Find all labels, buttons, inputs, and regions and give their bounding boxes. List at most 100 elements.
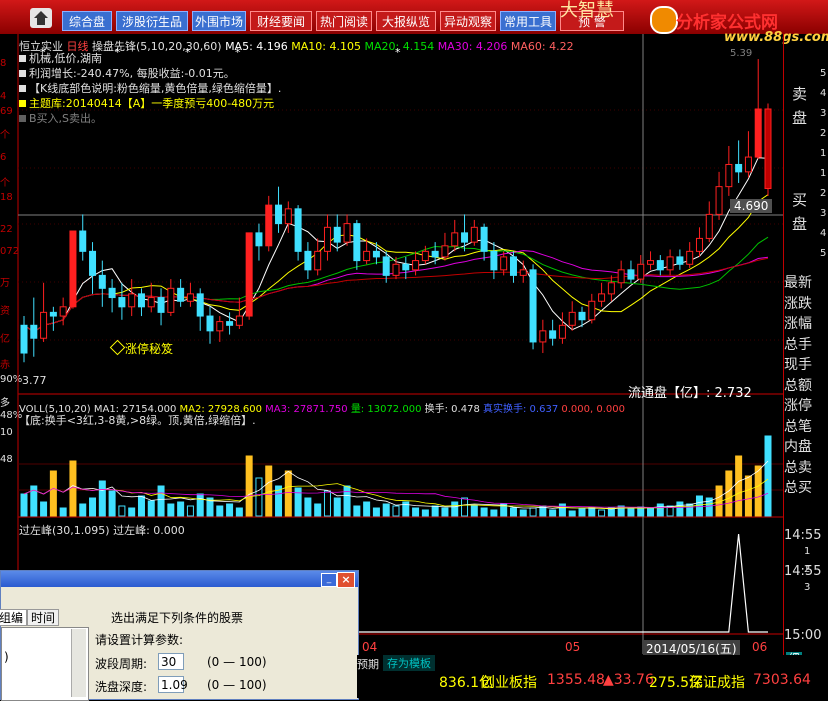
param-range-depth: (0 — 100) <box>207 678 267 692</box>
toolbar-button-5[interactable]: 大报纵览 <box>376 11 436 31</box>
candle-body <box>196 293 204 317</box>
candle-body <box>284 208 292 225</box>
tab-time[interactable]: 时间 <box>27 609 60 626</box>
volume-bar <box>304 497 312 517</box>
volume-bar <box>147 500 155 517</box>
tick-vol-label: 1 <box>804 546 811 557</box>
candle-body <box>509 256 517 276</box>
candle-body <box>314 250 322 271</box>
tick-time-0: 14:55 <box>784 528 822 543</box>
volume-bar <box>98 480 106 517</box>
volume-bar <box>568 510 576 517</box>
app-title: 大智慧 <box>560 0 614 21</box>
volume-bar <box>461 497 469 517</box>
volume-bar <box>137 495 145 517</box>
candle-body <box>265 204 273 247</box>
volume-bar <box>627 508 635 517</box>
tab-forecast[interactable]: 预期 <box>357 656 379 672</box>
volume-bar <box>265 465 273 517</box>
candle-body <box>118 297 126 308</box>
depth-level-label: 5 <box>820 248 827 259</box>
candle-body <box>705 213 713 239</box>
toolbar-button-6[interactable]: 异动观察 <box>440 11 496 31</box>
depth-level-label: 5 <box>820 68 827 79</box>
candle-body <box>59 306 67 317</box>
quote-field-1: 涨跌 <box>784 295 812 312</box>
candle-body <box>147 297 155 308</box>
signal-star-icon: * <box>115 46 121 59</box>
volume-bar <box>245 455 253 517</box>
volume-bar <box>255 477 263 517</box>
candle-body <box>167 287 175 313</box>
volume-bar <box>89 497 97 517</box>
candle-body <box>137 293 145 308</box>
candle-body <box>245 232 253 317</box>
candle-body <box>695 237 703 252</box>
volume-bar <box>343 485 351 517</box>
candle-body <box>402 263 410 271</box>
volume-ma3: MA3: 27871.750 <box>265 404 348 415</box>
quote-field-3: 总手 <box>784 336 812 353</box>
volume-bar <box>441 507 449 517</box>
candle-body <box>529 269 537 343</box>
index-ticker-item-6: 7303.64 <box>753 672 811 688</box>
month-label-04: 04 <box>362 640 378 654</box>
lower-indicator-name[interactable]: 过左峰 <box>19 524 52 537</box>
home-icon[interactable] <box>30 8 52 28</box>
lower-indicator-value: 0.000 <box>153 524 185 537</box>
volume-bar <box>656 503 664 517</box>
tick-vol-label: 3 <box>804 582 811 593</box>
index-ticker-item-5: 深证成指 <box>689 675 745 691</box>
quote-field-6: 涨停 <box>784 398 812 414</box>
quote-field-0: 最新 <box>784 275 812 291</box>
lower-indicator-header: 过左峰(30,1.095) 过左峰: 0.000 <box>19 522 185 538</box>
quote-field-10: 总买 <box>784 480 812 496</box>
tab-save-template[interactable]: 存为模板 <box>383 655 435 671</box>
toolbar-button-3[interactable]: 财经要闻 <box>250 11 312 31</box>
volume-bar <box>157 485 165 517</box>
depth-input[interactable]: 1.09 <box>158 676 188 693</box>
volume-bar <box>314 503 322 517</box>
volume-bar <box>421 509 429 517</box>
list-scrollbar[interactable] <box>71 629 86 697</box>
list-item-fragment[interactable]: ) <box>4 650 9 664</box>
param-label-period: 波段周期: <box>95 657 148 671</box>
volume-bar <box>382 503 390 517</box>
candle-body <box>412 260 420 271</box>
candle-body <box>79 230 87 252</box>
candle-body <box>353 223 361 262</box>
tab-group-edit[interactable]: 组编 <box>0 609 28 626</box>
volume-bar <box>695 495 703 517</box>
candle-body <box>177 287 185 302</box>
candle-body <box>735 163 743 173</box>
signal-star-icon: * <box>40 46 46 59</box>
depth-level-label: 3 <box>820 208 827 219</box>
minimize-icon[interactable]: _ <box>321 573 337 587</box>
month-label-06: 06 <box>752 640 768 654</box>
candle-body <box>216 321 224 332</box>
volume-bar <box>676 501 684 517</box>
candle-body <box>480 226 488 252</box>
candle-body <box>206 315 214 332</box>
right-quote-panel: 卖盘 买盘 最新 涨跌 涨幅 总手 现手 总额 涨停 总笔 内盘 总卖 总买 5 4 3 2 1 1 2 3 4 5 14:5… <box>783 34 828 668</box>
close-icon[interactable]: × <box>337 572 355 588</box>
float-cap: 流通盘【亿】: 2.732 <box>628 382 752 401</box>
toolbar-button-0[interactable]: 综合盘 <box>62 11 112 31</box>
toolbar-button-7[interactable]: 常用工具 <box>500 11 556 31</box>
volume-bar <box>490 509 498 517</box>
dialog-heading: 选出满足下列条件的股票 <box>111 611 244 625</box>
volume-bar <box>754 465 762 517</box>
toolbar-button-1[interactable]: 涉股衍生品 <box>116 11 188 31</box>
period-input[interactable]: 30 <box>158 653 184 670</box>
volume-bar <box>333 497 341 517</box>
candle-body <box>500 256 508 271</box>
toolbar-button-2[interactable]: 外围市场 <box>192 11 246 31</box>
dialog-titlebar[interactable] <box>1 571 358 587</box>
candle-body <box>20 324 28 354</box>
volume-bar <box>49 470 57 517</box>
toolbar-button-4[interactable]: 热门阅读 <box>316 11 372 31</box>
candle-body <box>725 163 733 188</box>
volume-bar <box>235 507 243 517</box>
candle-body <box>186 293 194 302</box>
candle-body <box>519 269 527 276</box>
